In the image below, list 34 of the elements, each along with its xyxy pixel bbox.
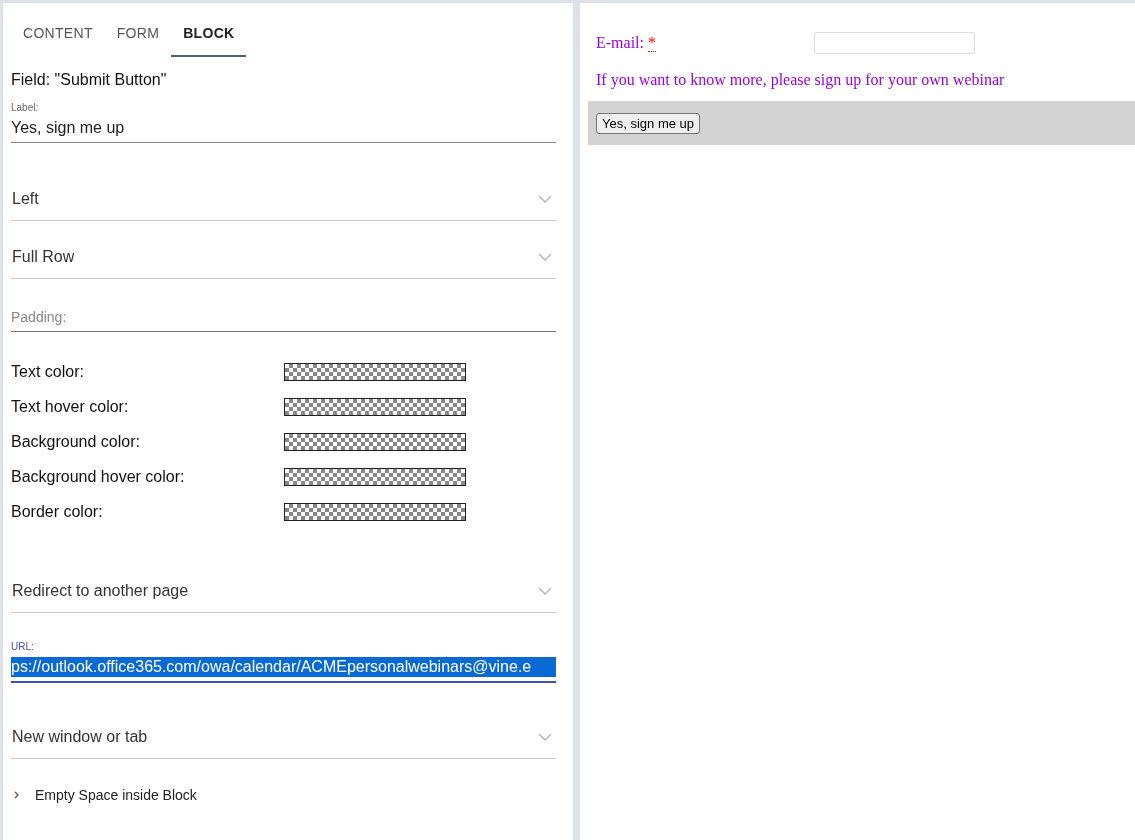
required-mark: * (648, 34, 656, 52)
tab[interactable]: FORM (104, 3, 172, 57)
text-field[interactable]: Label: Yes, sign me up (11, 102, 556, 143)
text-field[interactable]: URL: ps://outlook.office365.com/owa/calendar/ACMEpersonalwebinars@vine.e (11, 641, 556, 683)
select-field[interactable]: New window or tab (11, 715, 556, 759)
chevron-down-icon (538, 732, 552, 741)
field-label: Label: (11, 102, 40, 113)
tab[interactable]: CONTENT (11, 3, 105, 57)
select-field[interactable]: Redirect to another page (11, 569, 556, 613)
color-label: Border color: (11, 502, 104, 521)
email-input[interactable] (814, 32, 975, 54)
chevron-down-icon (538, 252, 552, 261)
select-field[interactable]: Full Row (11, 235, 556, 279)
transparent-color-swatch[interactable] (284, 467, 466, 486)
color-label: Background hover color: (11, 467, 186, 486)
intro-text: If you want to know more, please sign up for your own webinar (595, 71, 1006, 89)
section-toggle[interactable]: Empty Space inside Block (35, 787, 197, 803)
select-field[interactable]: Left (11, 177, 556, 221)
chevron-down-icon (538, 194, 552, 203)
email-label: E-mail: (596, 34, 644, 51)
color-label: Text hover color: (11, 397, 130, 416)
field-title: Field: "Submit Button" (11, 71, 168, 89)
color-label: Background color: (11, 432, 141, 451)
transparent-color-swatch[interactable] (284, 362, 466, 381)
chevron-right-icon[interactable] (13, 791, 21, 799)
transparent-color-swatch[interactable] (284, 397, 466, 416)
text-field[interactable]: Padding: (11, 307, 556, 332)
color-label: Text color: (11, 362, 85, 381)
field-label: URL: (11, 641, 35, 652)
sign-up-button[interactable]: Yes, sign me up (596, 112, 701, 134)
transparent-color-swatch[interactable] (284, 432, 466, 451)
transparent-color-swatch[interactable] (284, 502, 466, 521)
chevron-down-icon (538, 586, 552, 595)
tab[interactable]: BLOCK (171, 3, 247, 57)
